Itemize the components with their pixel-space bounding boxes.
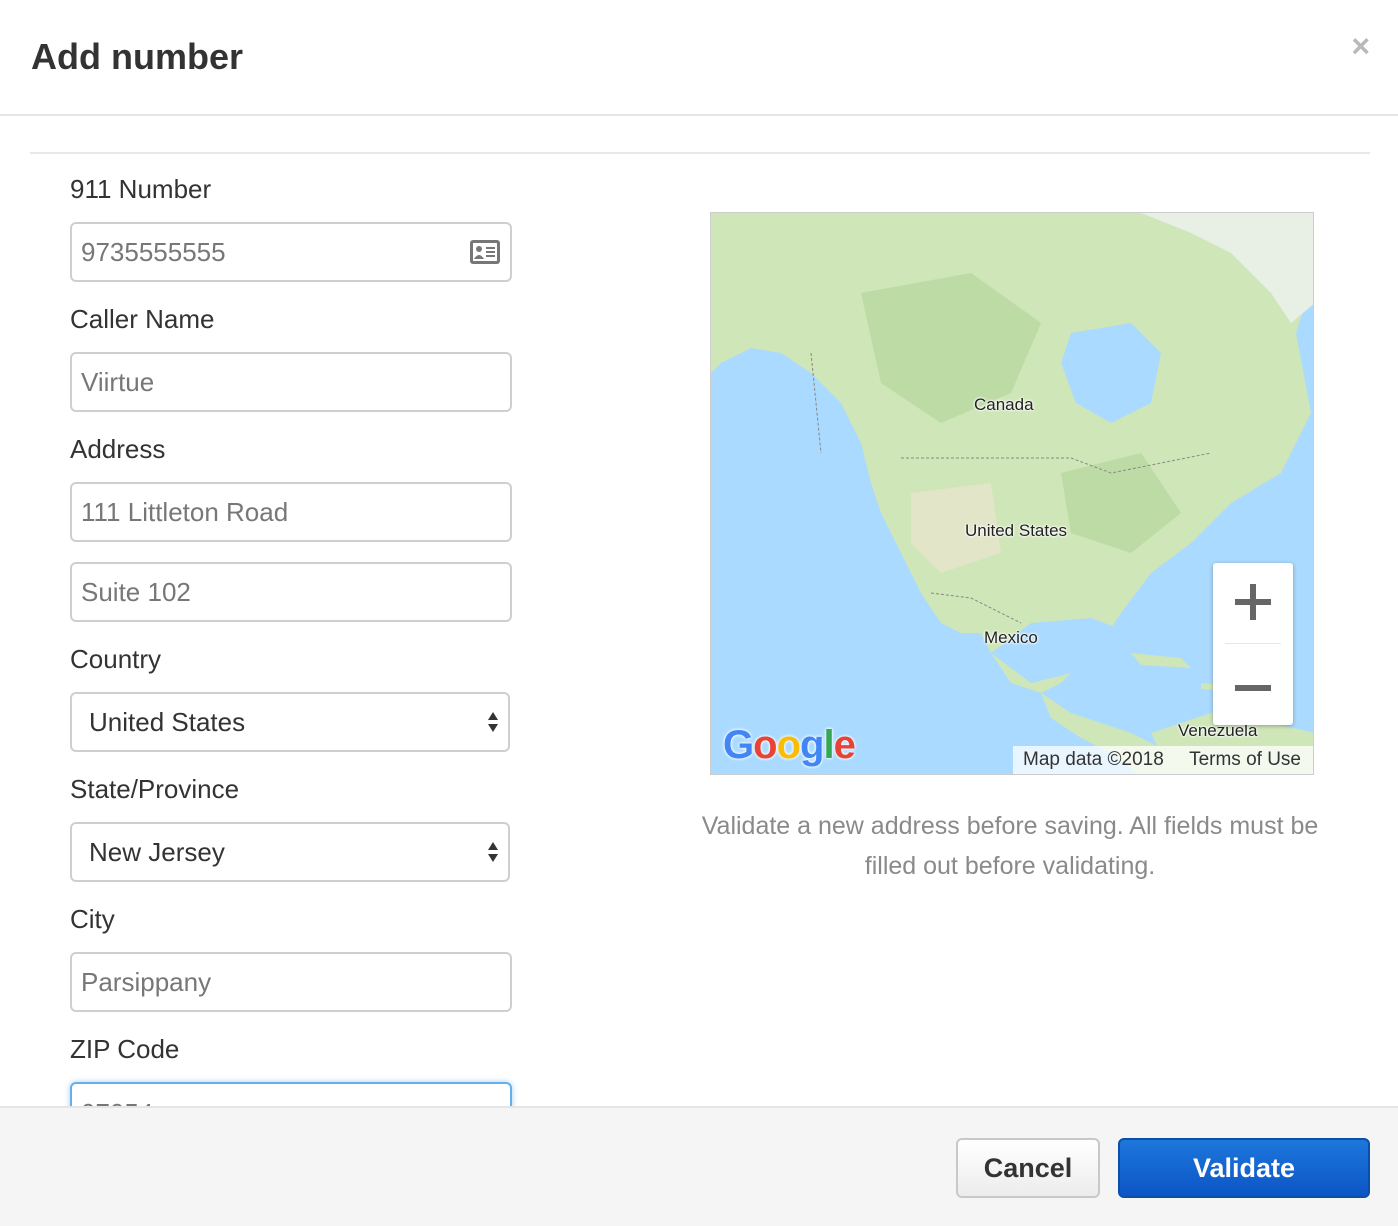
country-label: Country — [70, 644, 162, 674]
address-line1-value: 111 Littleton Road — [81, 497, 289, 527]
minus-icon — [1235, 685, 1271, 691]
state-value: New Jersey — [89, 837, 225, 867]
select-arrows-icon — [488, 842, 498, 862]
country-value: United States — [89, 707, 246, 737]
address-line2-field[interactable]: Suite 102 — [70, 562, 512, 622]
zip-value: 07054 — [81, 1098, 153, 1106]
dialog-footer: Cancel Validate — [0, 1106, 1398, 1226]
map-attribution: Map data ©2018 Terms of Use — [1013, 746, 1313, 774]
terms-of-use-link[interactable]: Terms of Use — [1189, 749, 1301, 770]
dialog-title: Add number — [31, 36, 243, 77]
city-label: City — [70, 904, 115, 934]
zip-label: ZIP Code — [70, 1034, 180, 1064]
number-field[interactable]: 9735555555 — [70, 222, 512, 282]
dialog-body: 911 Number 9735555555 Caller Name Viirtu… — [0, 116, 1398, 1106]
zip-field[interactable]: 07054 — [70, 1082, 512, 1106]
divider — [30, 152, 1370, 154]
map-data-text: Map data ©2018 — [1023, 749, 1164, 770]
close-icon[interactable]: × — [1351, 30, 1370, 62]
validation-hint: Validate a new address before saving. Al… — [701, 812, 1319, 880]
caller-name-label: Caller Name — [70, 304, 215, 334]
map-label-united-states: United States — [965, 521, 1068, 540]
address-label: Address — [70, 434, 166, 464]
country-select[interactable]: United States — [70, 692, 510, 752]
plus-icon — [1235, 584, 1271, 620]
map-label-canada: Canada — [974, 395, 1034, 414]
state-label: State/Province — [70, 774, 240, 804]
address-line1-field[interactable]: 111 Littleton Road — [70, 482, 512, 542]
zoom-divider — [1225, 643, 1281, 644]
zoom-in-button[interactable] — [1213, 563, 1293, 643]
caller-name-field[interactable]: Viirtue — [70, 352, 512, 412]
number-value: 9735555555 — [81, 237, 226, 267]
number-label: 911 Number — [70, 174, 212, 204]
map-label-mexico: Mexico — [984, 628, 1038, 647]
state-select[interactable]: New Jersey — [70, 822, 510, 882]
validate-button[interactable]: Validate — [1118, 1138, 1370, 1198]
caller-name-value: Viirtue — [81, 367, 155, 397]
address-line2-value: Suite 102 — [81, 577, 191, 607]
add-number-dialog: Add number × 911 Number 9735555555 Calle… — [0, 0, 1398, 1226]
dialog-header: Add number × — [0, 0, 1398, 116]
google-logo[interactable]: Google — [723, 723, 856, 768]
contact-card-icon — [470, 240, 500, 264]
cancel-button[interactable]: Cancel — [956, 1138, 1100, 1198]
city-field[interactable]: Parsippany — [70, 952, 512, 1012]
city-value: Parsippany — [81, 967, 212, 997]
zoom-out-button[interactable] — [1213, 645, 1293, 725]
map-zoom-control — [1213, 563, 1293, 725]
map[interactable]: Canada United States Mexico Venezuela Go… — [710, 212, 1314, 775]
select-arrows-icon — [488, 712, 498, 732]
